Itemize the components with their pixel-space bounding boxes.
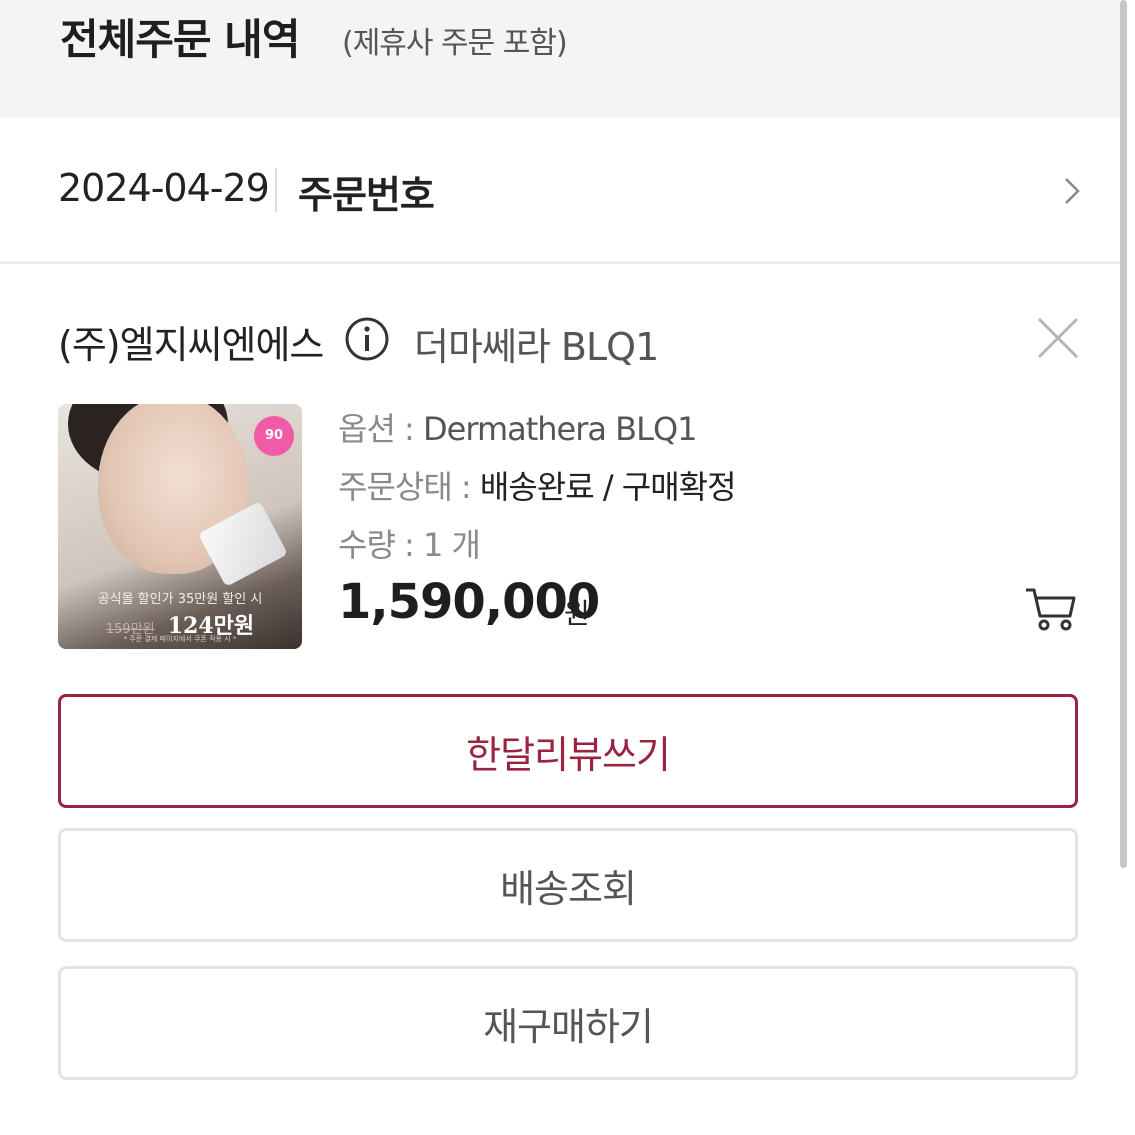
order-number-label: 주문번호: [298, 173, 435, 217]
price-amount: 1,590,000: [338, 574, 600, 630]
quantity-line: 수량 : 1 개: [338, 520, 481, 566]
status-label: 주문상태 :: [338, 468, 480, 506]
reorder-button[interactable]: 재구매하기: [58, 966, 1078, 1080]
quantity-label: 수량 :: [338, 526, 424, 564]
option-label: 옵션 :: [338, 410, 424, 448]
status-line: 주문상태 : 배송완료 / 구매확정: [338, 462, 737, 508]
option-line: 옵션 : Dermathera BLQ1: [338, 404, 698, 450]
order-history-page: 전체주문 내역 (제휴사 주문 포함) 2024-04-29 주문번호 (주)엘…: [0, 0, 1135, 1135]
seller-name: (주)엘지씨엔에스: [58, 323, 324, 367]
close-icon[interactable]: [1036, 316, 1080, 360]
page-title: 전체주문 내역: [60, 15, 300, 64]
track-delivery-button[interactable]: 배송조회: [58, 828, 1078, 942]
cart-icon[interactable]: [1024, 584, 1078, 632]
page-header: 전체주문 내역 (제휴사 주문 포함): [0, 0, 1120, 118]
product-thumbnail[interactable]: 90 공식몰 할인가 35만원 할인 시 159만원 124만원 * 주문 결제…: [58, 404, 302, 649]
thumbnail-note: * 주문 결제 페이지에서 쿠폰 적용 시 *: [123, 635, 237, 643]
scrollbar-thumb[interactable]: [1120, 0, 1127, 868]
thumbnail-caption: 공식몰 할인가 35만원 할인 시: [97, 592, 263, 607]
price-unit: 원: [564, 597, 590, 630]
info-icon[interactable]: [344, 316, 390, 362]
status-value: 배송완료 / 구매확정: [479, 468, 737, 506]
order-date: 2024-04-29: [58, 166, 270, 210]
write-review-button[interactable]: 한달리뷰쓰기: [58, 694, 1078, 808]
option-value: Dermathera BLQ1: [423, 410, 697, 448]
product-name[interactable]: 더마쎄라 BLQ1: [414, 316, 659, 371]
thumbnail-badge: 90: [254, 416, 294, 456]
order-summary-row[interactable]: 2024-04-29 주문번호: [0, 118, 1120, 264]
quantity-value: 1 개: [423, 526, 481, 564]
page-subtitle: (제휴사 주문 포함): [342, 26, 568, 61]
order-divider: [275, 168, 277, 212]
chevron-right-icon[interactable]: [1060, 176, 1084, 206]
